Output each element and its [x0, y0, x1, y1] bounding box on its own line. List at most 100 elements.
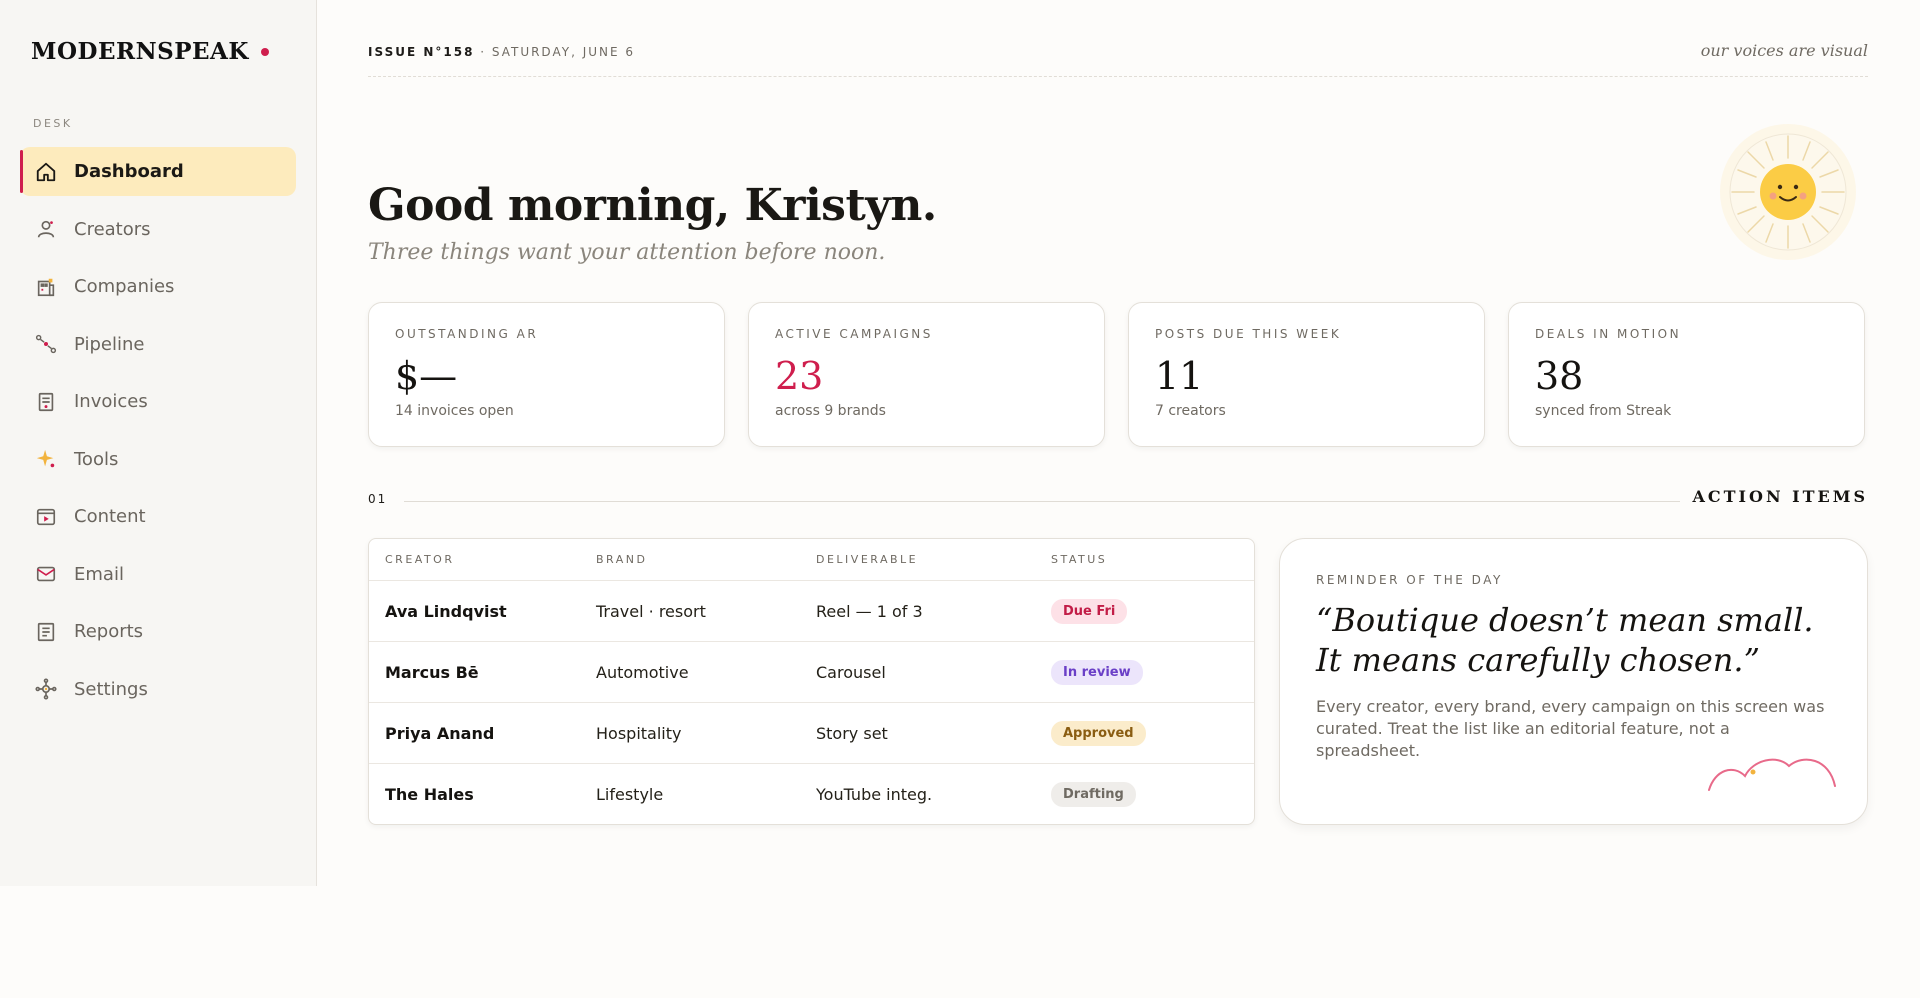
- status-badge[interactable]: Approved: [1051, 720, 1146, 746]
- sidebar-item-label: Tools: [74, 448, 119, 470]
- stat-card-active-campaigns[interactable]: ACTIVE CAMPAIGNS 23 across 9 brands: [748, 302, 1105, 447]
- stat-card-posts-due[interactable]: POSTS DUE THIS WEEK 11 7 creators: [1128, 302, 1485, 447]
- action-items-table: CREATOR BRAND DELIVERABLE STATUS Ava Lin…: [368, 538, 1255, 825]
- stat-value: 38: [1535, 354, 1584, 398]
- stat-sub: 7 creators: [1155, 403, 1226, 419]
- sidebar-item-tools[interactable]: Tools: [20, 435, 296, 484]
- sidebar-item-creators[interactable]: Creators: [20, 205, 296, 254]
- sidebar-item-content[interactable]: Content: [20, 492, 296, 541]
- sidebar-item-label: Creators: [74, 218, 151, 240]
- brand-cell: Lifestyle: [596, 785, 664, 804]
- brand-dot: [260, 47, 269, 56]
- stat-sub: 14 invoices open: [395, 403, 514, 419]
- column-header-status[interactable]: STATUS: [1051, 553, 1254, 566]
- table-row[interactable]: Ava Lindqvist Travel · resort Reel — 1 of …: [369, 581, 1254, 642]
- status-cell: Approved: [1051, 720, 1254, 746]
- sidebar-item-email[interactable]: Email: [20, 550, 296, 599]
- stat-label: ACTIVE CAMPAIGNS: [775, 327, 933, 341]
- sidebar-item-pipeline[interactable]: Pipeline: [20, 320, 296, 369]
- brand-cell: Automotive: [596, 662, 689, 682]
- creator-cell: Ava Lindqvist: [385, 601, 507, 621]
- stat-label: DEALS IN MOTION: [1535, 327, 1682, 341]
- sidebar-item-companies[interactable]: Companies: [20, 262, 296, 311]
- deliverable-cell: Story set: [816, 723, 888, 743]
- sidebar-item-label: Content: [74, 506, 146, 527]
- reminder-card: REMINDER OF THE DAY “Boutique doesn’t me…: [1279, 538, 1868, 825]
- status-badge[interactable]: Due Fri: [1051, 598, 1128, 624]
- brand-logo[interactable]: MODERNSPEAK: [31, 38, 269, 65]
- stat-value: $—: [395, 354, 458, 398]
- invoice-icon: [35, 391, 57, 413]
- status-cell: Due Fri: [1051, 598, 1254, 624]
- creator-cell: Priya Anand: [385, 723, 495, 743]
- stats-row: OUTSTANDING AR $— 14 invoices open ACTIV…: [368, 302, 1868, 447]
- sidebar-item-settings[interactable]: Settings: [20, 665, 296, 714]
- sidebar-item-label: Pipeline: [74, 333, 145, 355]
- sidebar-item-dashboard[interactable]: Dashboard: [20, 147, 296, 196]
- person-icon: [35, 218, 57, 240]
- column-header-brand[interactable]: BRAND: [596, 553, 816, 566]
- reminder-quote: “Boutique doesn’t mean small. It means c…: [1316, 601, 1814, 679]
- sparkle-icon: [35, 448, 57, 470]
- sidebar-section-label: DESK: [33, 117, 73, 130]
- stat-card-outstanding-ar[interactable]: OUTSTANDING AR $— 14 invoices open: [368, 302, 725, 447]
- sun-illustration-icon: [1718, 122, 1858, 262]
- stat-sub: across 9 brands: [775, 403, 886, 419]
- column-header-creator[interactable]: CREATOR: [369, 553, 596, 566]
- video-icon: [35, 506, 57, 528]
- sidebar-item-label: Reports: [74, 621, 144, 642]
- table-row[interactable]: Priya Anand Hospitality Story set Approved: [369, 703, 1254, 764]
- building-icon: [35, 276, 57, 298]
- table-body: Ava Lindqvist Travel · resort Reel — 1 of …: [369, 581, 1254, 824]
- table-row[interactable]: Marcus Bē Automotive Carousel In review: [369, 642, 1254, 703]
- status-cell: Drafting: [1051, 782, 1254, 807]
- page-title: Good morning, Kristyn.: [368, 180, 937, 231]
- sidebar-item-label: Invoices: [74, 391, 148, 412]
- issue-date: · SATURDAY, JUNE 6: [474, 45, 636, 59]
- sidebar-nav: Dashboard Creators Companies Pipeline In…: [20, 147, 296, 722]
- stat-label: OUTSTANDING AR: [395, 327, 539, 341]
- brand-name: MODERNSPEAK: [31, 38, 249, 65]
- issue-header: ISSUE N°158 · SATURDAY, JUNE 6 our voice…: [368, 40, 1868, 77]
- status-badge[interactable]: In review: [1051, 659, 1143, 685]
- page-subtitle: Three things want your attention before …: [368, 240, 886, 265]
- sidebar-item-label: Settings: [74, 678, 148, 700]
- sidebar-item-label: Companies: [74, 276, 175, 297]
- reminder-label: REMINDER OF THE DAY: [1316, 573, 1503, 587]
- sidebar-item-reports[interactable]: Reports: [20, 607, 296, 656]
- column-header-deliverable[interactable]: DELIVERABLE: [816, 553, 1051, 566]
- stat-card-deals-in-motion[interactable]: DEALS IN MOTION 38 synced from Streak: [1508, 302, 1865, 447]
- issue-info: ISSUE N°158 · SATURDAY, JUNE 6: [368, 45, 635, 59]
- stat-sub: synced from Streak: [1535, 403, 1672, 419]
- issue-number: ISSUE N°158: [368, 45, 475, 59]
- scribble-decoration-icon: [1708, 758, 1836, 791]
- status-badge[interactable]: Drafting: [1051, 782, 1136, 807]
- pipeline-icon: [35, 333, 57, 355]
- creator-cell: The Hales: [385, 785, 474, 804]
- deliverable-cell: Reel — 1 of 3: [816, 601, 923, 621]
- settings-icon: [35, 678, 57, 700]
- stat-label: POSTS DUE THIS WEEK: [1155, 327, 1342, 341]
- tagline: our voices are visual: [1700, 41, 1868, 60]
- sidebar-item-label: Email: [74, 563, 124, 585]
- table-row[interactable]: The Hales Lifestyle YouTube integ. Drafting: [369, 764, 1254, 824]
- deliverable-cell: Carousel: [816, 662, 886, 682]
- table-header: CREATOR BRAND DELIVERABLE STATUS: [369, 539, 1254, 581]
- report-icon: [35, 621, 57, 643]
- brand-cell: Hospitality: [596, 723, 682, 743]
- section-number: 01: [368, 492, 388, 506]
- deliverable-cell: YouTube integ.: [816, 785, 933, 804]
- creator-cell: Marcus Bē: [385, 662, 479, 682]
- section-divider: [404, 501, 1680, 502]
- section-title: ACTION ITEMS: [1692, 487, 1868, 506]
- sidebar: MODERNSPEAK DESK Dashboard Creators Comp…: [0, 0, 317, 886]
- status-cell: In review: [1051, 659, 1254, 685]
- sidebar-item-label: Dashboard: [74, 161, 184, 182]
- section-header: 01 ACTION ITEMS: [368, 487, 1868, 507]
- brand-cell: Travel · resort: [596, 601, 706, 621]
- stat-value: 23: [775, 354, 824, 398]
- home-icon: [35, 161, 57, 183]
- sidebar-item-invoices[interactable]: Invoices: [20, 377, 296, 426]
- stat-value: 11: [1155, 354, 1204, 398]
- mail-icon: [35, 563, 57, 585]
